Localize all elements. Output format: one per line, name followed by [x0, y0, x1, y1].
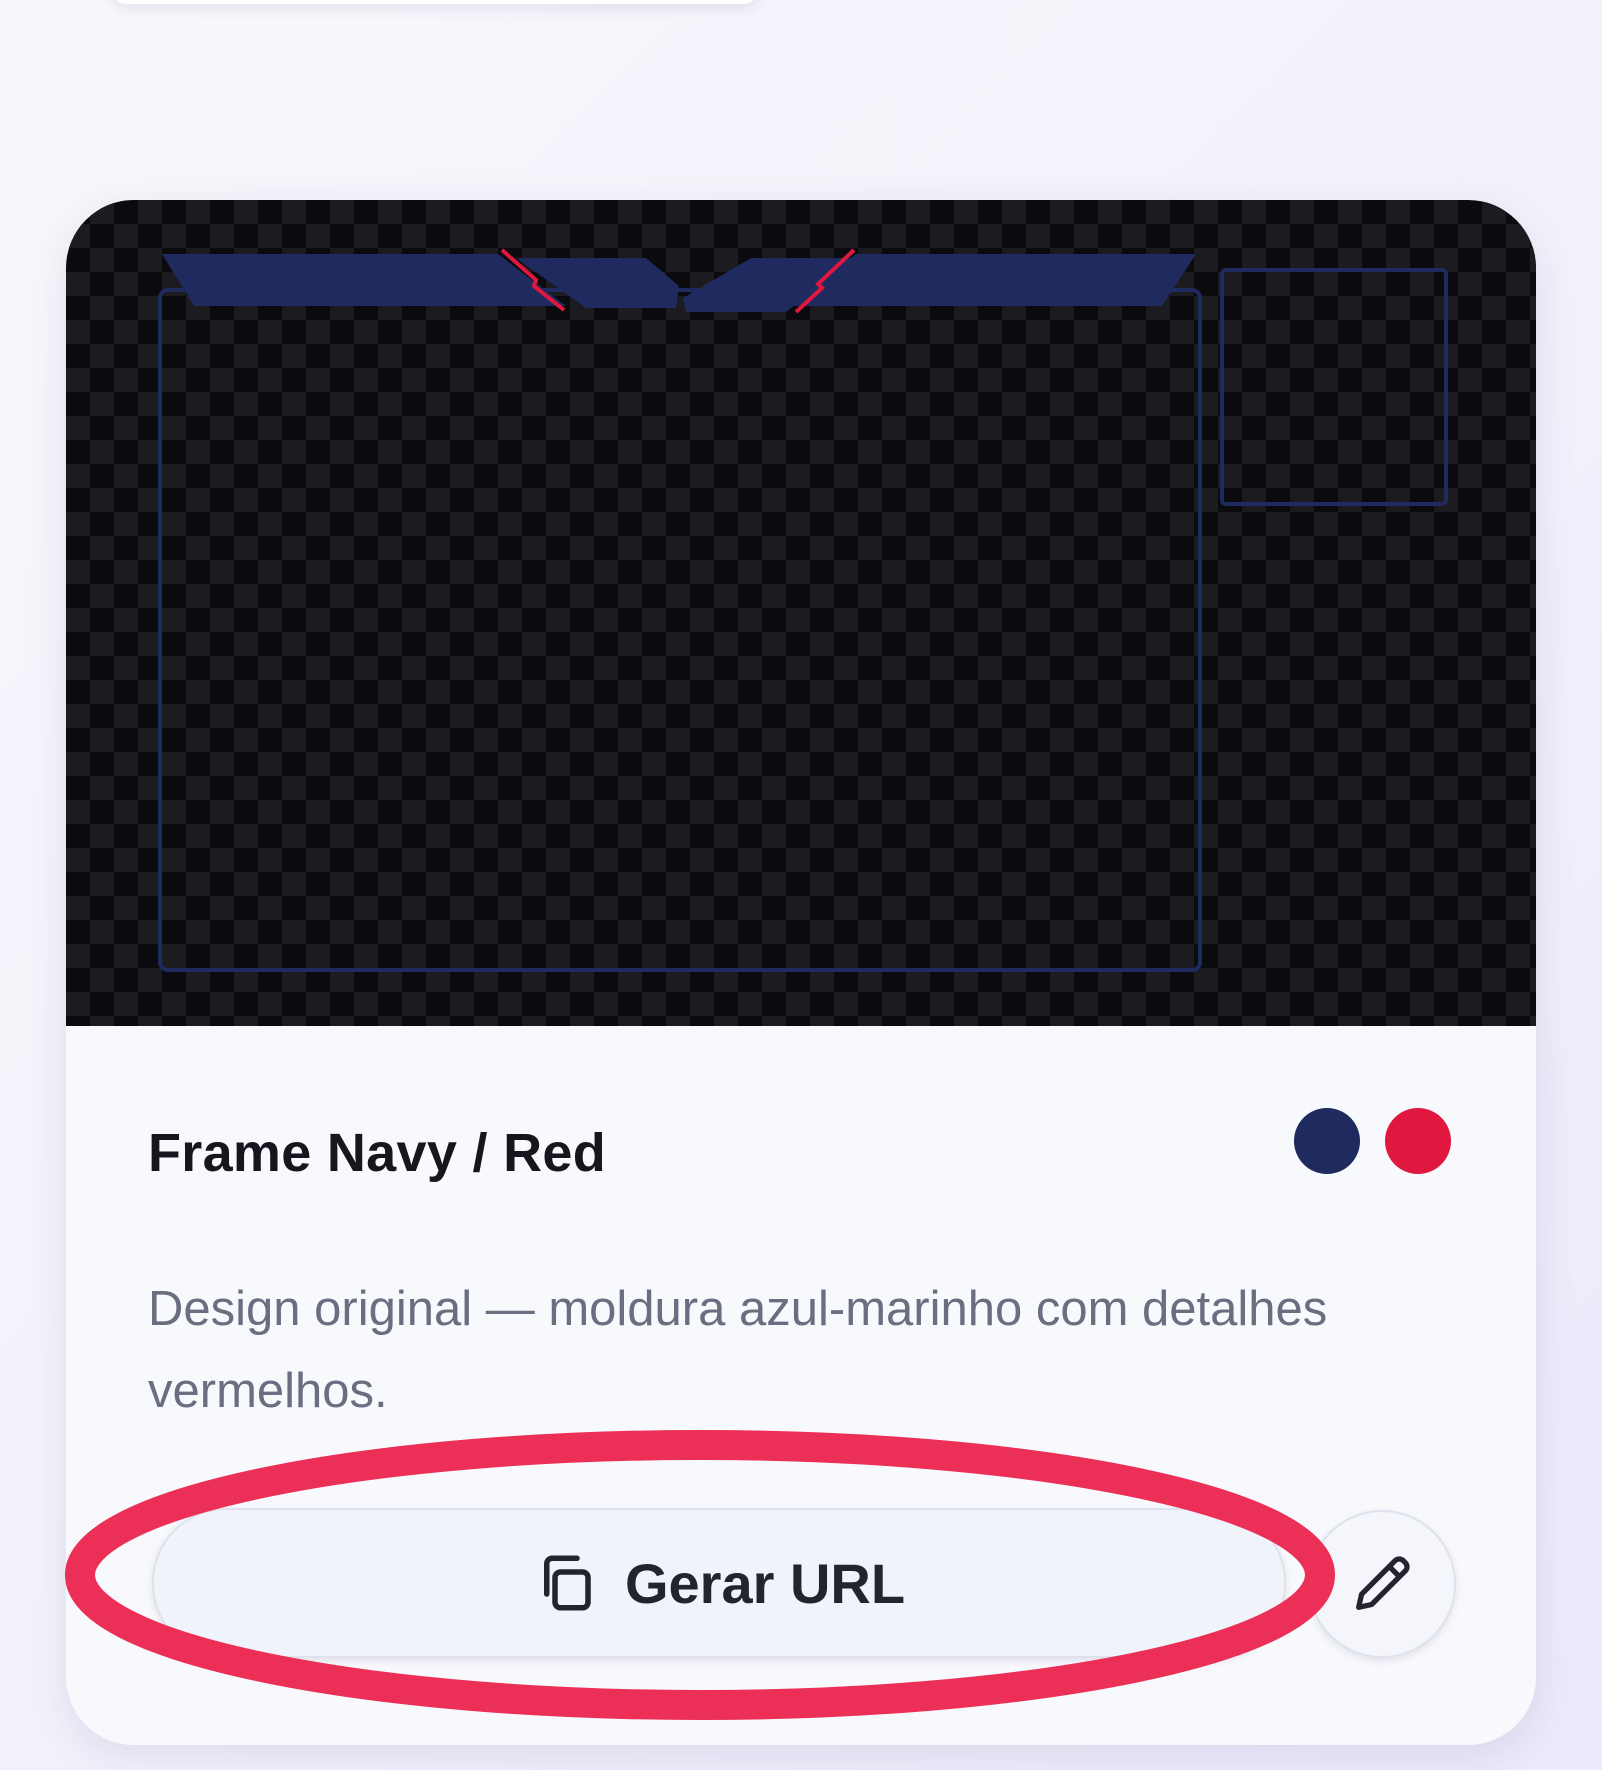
copy-icon — [543, 1555, 591, 1611]
frame-title: Frame Navy / Red — [148, 1123, 606, 1183]
frame-card: Frame Navy / Red Design original — moldu… — [66, 200, 1536, 1745]
generate-url-label: Gerar URL — [624, 1551, 906, 1615]
frame-overlay-graphic — [158, 248, 1448, 972]
frame-preview — [66, 200, 1536, 1026]
color-swatch-red — [1385, 1108, 1451, 1174]
frame-description: Design original — moldura azul-marinho c… — [148, 1282, 1328, 1418]
top-bar-fragment — [110, 0, 760, 4]
edit-button[interactable] — [1308, 1510, 1456, 1658]
pencil-icon — [1356, 1556, 1410, 1610]
color-swatch-navy — [1294, 1108, 1360, 1174]
generate-url-button[interactable]: Gerar URL — [152, 1508, 1286, 1658]
